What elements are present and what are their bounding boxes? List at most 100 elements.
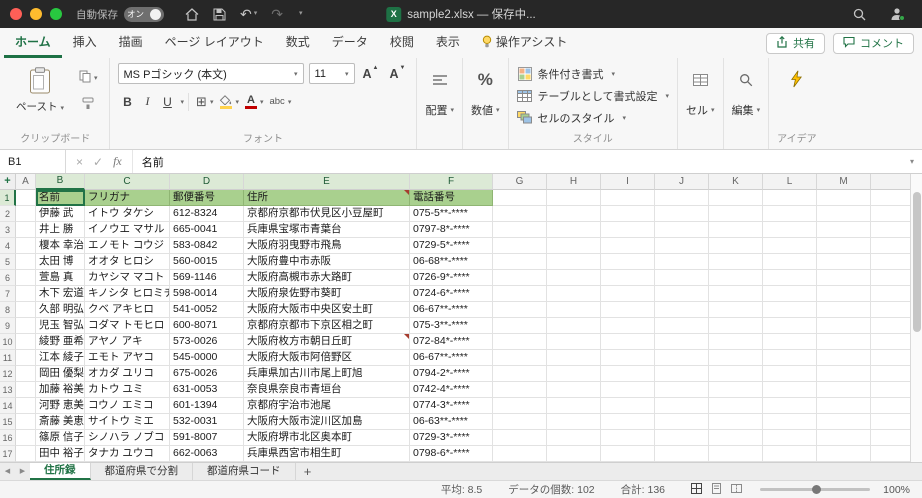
cell-D4[interactable]: 583-0842 (170, 238, 244, 254)
cell-C11[interactable]: エモト アヤコ (85, 350, 170, 366)
cell-I12[interactable] (601, 366, 655, 382)
cell-A15[interactable] (16, 414, 36, 430)
cell-J12[interactable] (655, 366, 709, 382)
cell-I11[interactable] (601, 350, 655, 366)
cell-M5[interactable] (817, 254, 871, 270)
cell-B11[interactable]: 江本 綾子 (36, 350, 85, 366)
cell-F3[interactable]: 0797-8*-**** (410, 222, 493, 238)
row-header-11[interactable]: 11 (0, 350, 16, 366)
cell-F12[interactable]: 0794-2*-**** (410, 366, 493, 382)
cell-C7[interactable]: キノシタ ヒロミチ (85, 286, 170, 302)
cell-F1[interactable]: 電話番号 (410, 190, 493, 206)
format-as-table-button[interactable]: テーブルとして書式設定 ▾ (517, 86, 669, 105)
cell-C8[interactable]: クベ アキヒロ (85, 302, 170, 318)
cell-K11[interactable] (709, 350, 763, 366)
cell-L8[interactable] (763, 302, 817, 318)
cell-E7[interactable]: 大阪府泉佐野市葵町 (244, 286, 410, 302)
cell-L9[interactable] (763, 318, 817, 334)
select-all-button[interactable]: + (0, 174, 16, 190)
cell-A5[interactable] (16, 254, 36, 270)
cell-D9[interactable]: 600-8071 (170, 318, 244, 334)
cell-E5[interactable]: 大阪府豊中市赤阪 (244, 254, 410, 270)
cell-G10[interactable] (493, 334, 547, 350)
cell-J1[interactable] (655, 190, 709, 206)
cell-B6[interactable]: 萱島 真 (36, 270, 85, 286)
col-header-J[interactable]: J (655, 174, 709, 190)
cell-A17[interactable] (16, 446, 36, 462)
cell-E14[interactable]: 京都府宇治市池尾 (244, 398, 410, 414)
cell-L17[interactable] (763, 446, 817, 462)
row-header-1[interactable]: 1 (0, 190, 16, 206)
cell-E4[interactable]: 大阪府羽曳野市飛鳥 (244, 238, 410, 254)
cell-A8[interactable] (16, 302, 36, 318)
cell-G16[interactable] (493, 430, 547, 446)
cell-D1[interactable]: 郵便番号 (170, 190, 244, 206)
share-button[interactable]: 共有 (766, 32, 825, 54)
cell-J4[interactable] (655, 238, 709, 254)
cell-L2[interactable] (763, 206, 817, 222)
close-button[interactable] (10, 8, 22, 20)
cell-H12[interactable] (547, 366, 601, 382)
row-header-3[interactable]: 3 (0, 222, 16, 238)
row-header-9[interactable]: 9 (0, 318, 16, 334)
cell-E16[interactable]: 大阪府堺市北区奥本町 (244, 430, 410, 446)
cell-F4[interactable]: 0729-5*-**** (410, 238, 493, 254)
search-icon[interactable] (853, 8, 866, 21)
row-header-14[interactable]: 14 (0, 398, 16, 414)
row-header-15[interactable]: 15 (0, 414, 16, 430)
sheet-scroll-left-icon[interactable]: ◀ (0, 463, 15, 480)
add-sheet-button[interactable]: + (296, 463, 320, 480)
cell-J8[interactable] (655, 302, 709, 318)
borders-button[interactable]: ⊞ ▾ (193, 91, 216, 112)
italic-button[interactable]: I (138, 91, 158, 112)
cell-D6[interactable]: 569-1146 (170, 270, 244, 286)
cell-B13[interactable]: 加藤 裕美 (36, 382, 85, 398)
number-button[interactable]: 数値 ▾ (471, 102, 500, 118)
cell-G9[interactable] (493, 318, 547, 334)
cell-G6[interactable] (493, 270, 547, 286)
cell-K17[interactable] (709, 446, 763, 462)
cell-K3[interactable] (709, 222, 763, 238)
cell-L12[interactable] (763, 366, 817, 382)
cell-M14[interactable] (817, 398, 871, 414)
cell-H7[interactable] (547, 286, 601, 302)
cell-K2[interactable] (709, 206, 763, 222)
cell-G8[interactable] (493, 302, 547, 318)
cell-K1[interactable] (709, 190, 763, 206)
cell-L10[interactable] (763, 334, 817, 350)
cell-H3[interactable] (547, 222, 601, 238)
cell-F6[interactable]: 0726-9*-**** (410, 270, 493, 286)
cell-M11[interactable] (817, 350, 871, 366)
cell-D11[interactable]: 545-0000 (170, 350, 244, 366)
cell-K10[interactable] (709, 334, 763, 350)
cell-L13[interactable] (763, 382, 817, 398)
cell-L11[interactable] (763, 350, 817, 366)
cell-A4[interactable] (16, 238, 36, 254)
cell-M1[interactable] (817, 190, 871, 206)
cell-B7[interactable]: 木下 宏道 (36, 286, 85, 302)
cell-C17[interactable]: タナカ ユウコ (85, 446, 170, 462)
cell-C13[interactable]: カトウ ユミ (85, 382, 170, 398)
cell-C15[interactable]: サイトウ ミエ (85, 414, 170, 430)
cell-F14[interactable]: 0774-3*-**** (410, 398, 493, 414)
autosave-toggle[interactable]: オン (124, 6, 164, 22)
normal-view-icon[interactable] (691, 482, 702, 497)
col-header-E[interactable]: E (244, 174, 410, 190)
cell-J15[interactable] (655, 414, 709, 430)
cell-M7[interactable] (817, 286, 871, 302)
sheet-scroll-right-icon[interactable]: ▶ (15, 463, 30, 480)
cell-F16[interactable]: 0729-3*-**** (410, 430, 493, 446)
cell-D10[interactable]: 573-0026 (170, 334, 244, 350)
zoom-slider-thumb[interactable] (812, 485, 821, 494)
cell-M17[interactable] (817, 446, 871, 462)
cell-H11[interactable] (547, 350, 601, 366)
row-header-8[interactable]: 8 (0, 302, 16, 318)
cell-A9[interactable] (16, 318, 36, 334)
ribbon-tab-formulas[interactable]: 数式 (275, 28, 321, 58)
bold-button[interactable]: B (118, 91, 138, 112)
cell-I5[interactable] (601, 254, 655, 270)
cell-A1[interactable] (16, 190, 36, 206)
cell-L4[interactable] (763, 238, 817, 254)
save-icon[interactable] (213, 8, 226, 21)
cell-A14[interactable] (16, 398, 36, 414)
